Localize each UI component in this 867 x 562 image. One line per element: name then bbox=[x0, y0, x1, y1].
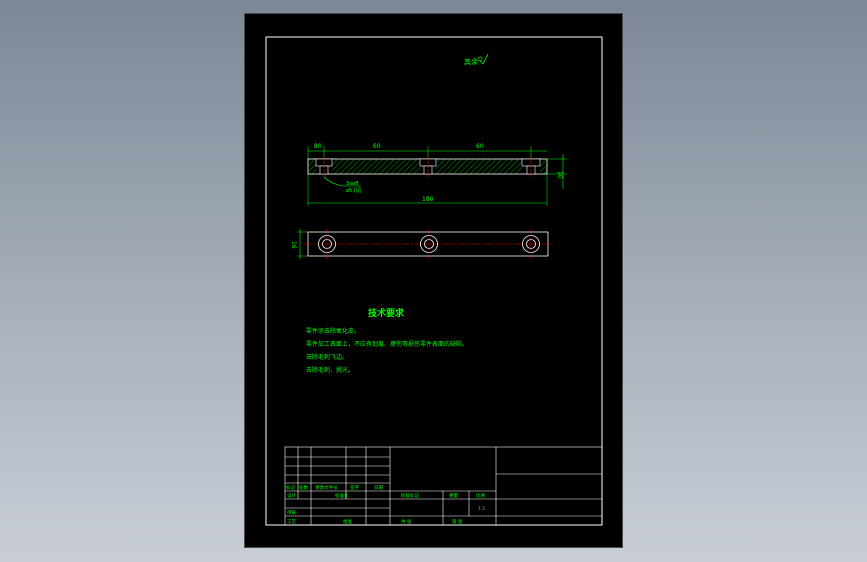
tb-label-change-doc: 更改文件号 bbox=[315, 484, 338, 491]
section-hole-3 bbox=[521, 156, 541, 178]
surface-finish-symbol-icon bbox=[479, 53, 489, 65]
tb-label-design: 设计 bbox=[287, 492, 296, 499]
section-hatch-0 bbox=[308, 159, 316, 174]
drawing-sheet: 其余 80 60 60 10 3xø8 ø5沉孔 180 16 技术要求 零件须… bbox=[244, 13, 623, 548]
dim-span-2: 60 bbox=[476, 143, 484, 150]
section-hole-2 bbox=[419, 156, 437, 178]
title-block-labels: 标记 处数 更改文件号 签字 日期 设计 标准化 阶段标记 重量 比例 1:1 … bbox=[286, 484, 485, 525]
tb-label-weight: 重量 bbox=[449, 492, 458, 499]
surface-finish-note: 其余 bbox=[464, 53, 489, 66]
hole-callout-line2: ø5沉孔 bbox=[346, 187, 362, 194]
dim-span-1: 60 bbox=[373, 143, 381, 150]
tb-label-sheet-total: 共 张 bbox=[401, 518, 412, 525]
tb-label-scale: 比例 bbox=[476, 492, 485, 499]
tech-req-item-4: 去除毛刺，抛光。 bbox=[306, 366, 354, 374]
tech-req-item-1: 零件须去除氧化皮。 bbox=[306, 327, 360, 335]
dim-width: 16 bbox=[290, 241, 297, 249]
cad-drawing: 其余 80 60 60 10 3xø8 ø5沉孔 180 16 技术要求 零件须… bbox=[265, 36, 603, 526]
section-hatch-2 bbox=[436, 159, 522, 174]
tb-label-stage: 阶段标记 bbox=[401, 492, 419, 499]
front-view: 80 60 60 10 3xø8 ø5沉孔 180 bbox=[307, 143, 567, 206]
tech-requirements: 技术要求 零件须去除氧化皮。 零件加工表面上，不应有划痕、擦伤等损伤零件表面的缺… bbox=[306, 307, 468, 374]
top-hole-3 bbox=[522, 229, 540, 259]
tb-label-sign: 签字 bbox=[350, 484, 359, 491]
dim-overall-length: 180 bbox=[422, 196, 434, 203]
surface-finish-text: 其余 bbox=[464, 57, 478, 66]
tb-label-mark: 标记 bbox=[286, 484, 295, 491]
tb-label-sheet-no: 第 张 bbox=[452, 518, 463, 525]
tb-label-review: 审核 bbox=[287, 509, 296, 516]
dim-height: 10 bbox=[556, 171, 563, 179]
tb-label-standardization: 标准化 bbox=[335, 492, 349, 499]
tb-label-count: 处数 bbox=[299, 484, 308, 491]
tb-label-date: 日期 bbox=[374, 485, 383, 491]
tech-req-item-3: 去除毛刺飞边。 bbox=[306, 353, 348, 361]
surface-circle-icon bbox=[477, 56, 483, 62]
section-hatch-3 bbox=[540, 159, 547, 174]
drawing-frame bbox=[265, 36, 603, 526]
tb-scale-value: 1:1 bbox=[478, 506, 485, 512]
section-hole-1 bbox=[315, 156, 333, 178]
tech-req-item-2: 零件加工表面上，不应有划痕、擦伤等损伤零件表面的缺陷。 bbox=[306, 340, 468, 348]
tech-requirements-title: 技术要求 bbox=[368, 307, 405, 319]
top-view: 16 bbox=[290, 229, 553, 259]
tb-label-process: 工艺 bbox=[287, 519, 296, 525]
hole-callout-line1: 3xø8 bbox=[346, 181, 358, 187]
dim-left-offset: 80 bbox=[314, 143, 322, 150]
tb-label-approve: 批准 bbox=[343, 518, 352, 525]
section-hatch-1 bbox=[332, 159, 420, 174]
